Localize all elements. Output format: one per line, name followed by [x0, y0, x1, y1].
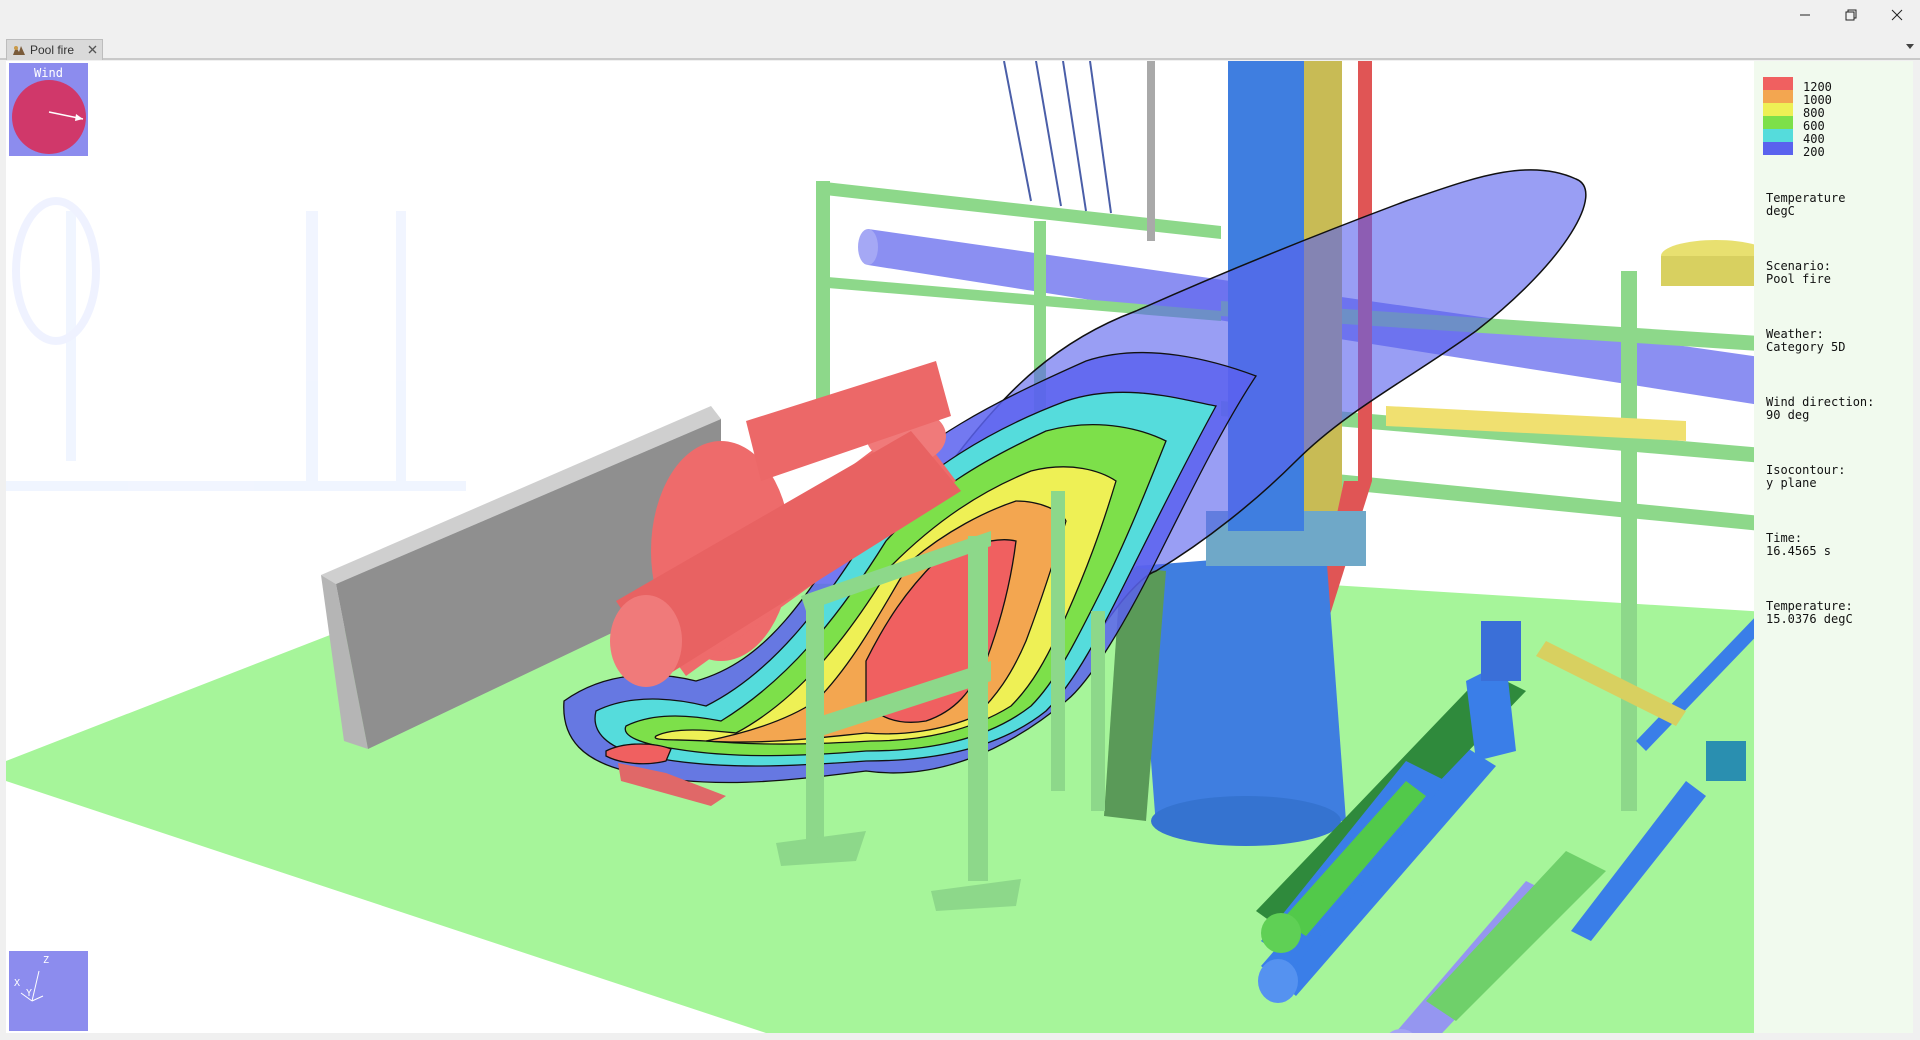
wind-direction-value: 90 deg: [1766, 409, 1874, 422]
isocontour-value: y plane: [1766, 477, 1874, 490]
scenario-value: Pool fire: [1766, 273, 1874, 286]
fire-icon: [12, 44, 26, 56]
restore-icon: [1845, 9, 1857, 21]
legend-ticks: 1200 1000 800 600 400 200: [1803, 81, 1832, 159]
close-window-button[interactable]: [1874, 0, 1920, 30]
temperature-value: 15.0376 degC: [1766, 613, 1874, 626]
simulation-info: TemperaturedegC Scenario:Pool fire Weath…: [1766, 166, 1874, 668]
close-icon: [1891, 9, 1903, 21]
faint-structures: [6, 201, 466, 491]
weather-value: Category 5D: [1766, 341, 1874, 354]
chevron-down-icon: [1906, 44, 1914, 50]
minimize-button[interactable]: [1782, 0, 1828, 30]
legend-tick: 200: [1803, 146, 1832, 159]
unit-label: degC: [1766, 205, 1874, 218]
tab-close-button[interactable]: [88, 43, 97, 57]
wind-compass: [11, 79, 87, 155]
legend-swatch-600: [1763, 116, 1793, 129]
minimize-icon: [1799, 9, 1811, 21]
axis-triad: Z X Y: [9, 951, 88, 1031]
wind-label: Wind: [9, 66, 88, 80]
time-value: 16.4565 s: [1766, 545, 1874, 558]
3d-scene[interactable]: [6, 61, 1913, 1033]
legend-swatch-200: [1763, 142, 1793, 155]
stack-cone: [1136, 551, 1346, 826]
tab-label: Pool fire: [30, 43, 74, 57]
3d-viewport[interactable]: Wind Z X Y 1200: [6, 61, 1913, 1033]
color-scale-bar: [1763, 77, 1793, 155]
legend-swatch-800: [1763, 103, 1793, 116]
legend-swatch-1200: [1763, 77, 1793, 90]
title-bar: [0, 0, 1920, 36]
axis-lines: [9, 951, 88, 1031]
tab-pool-fire[interactable]: Pool fire: [6, 39, 103, 60]
restore-button[interactable]: [1828, 0, 1874, 30]
tab-menu-button[interactable]: [1906, 42, 1914, 52]
wind-indicator: Wind: [9, 63, 88, 156]
info-panel: 1200 1000 800 600 400 200 Temperaturedeg…: [1754, 61, 1913, 1033]
tab-bar: Pool fire: [0, 36, 1920, 60]
legend-swatch-1000: [1763, 90, 1793, 103]
close-icon: [88, 45, 97, 54]
legend-swatch-400: [1763, 129, 1793, 142]
